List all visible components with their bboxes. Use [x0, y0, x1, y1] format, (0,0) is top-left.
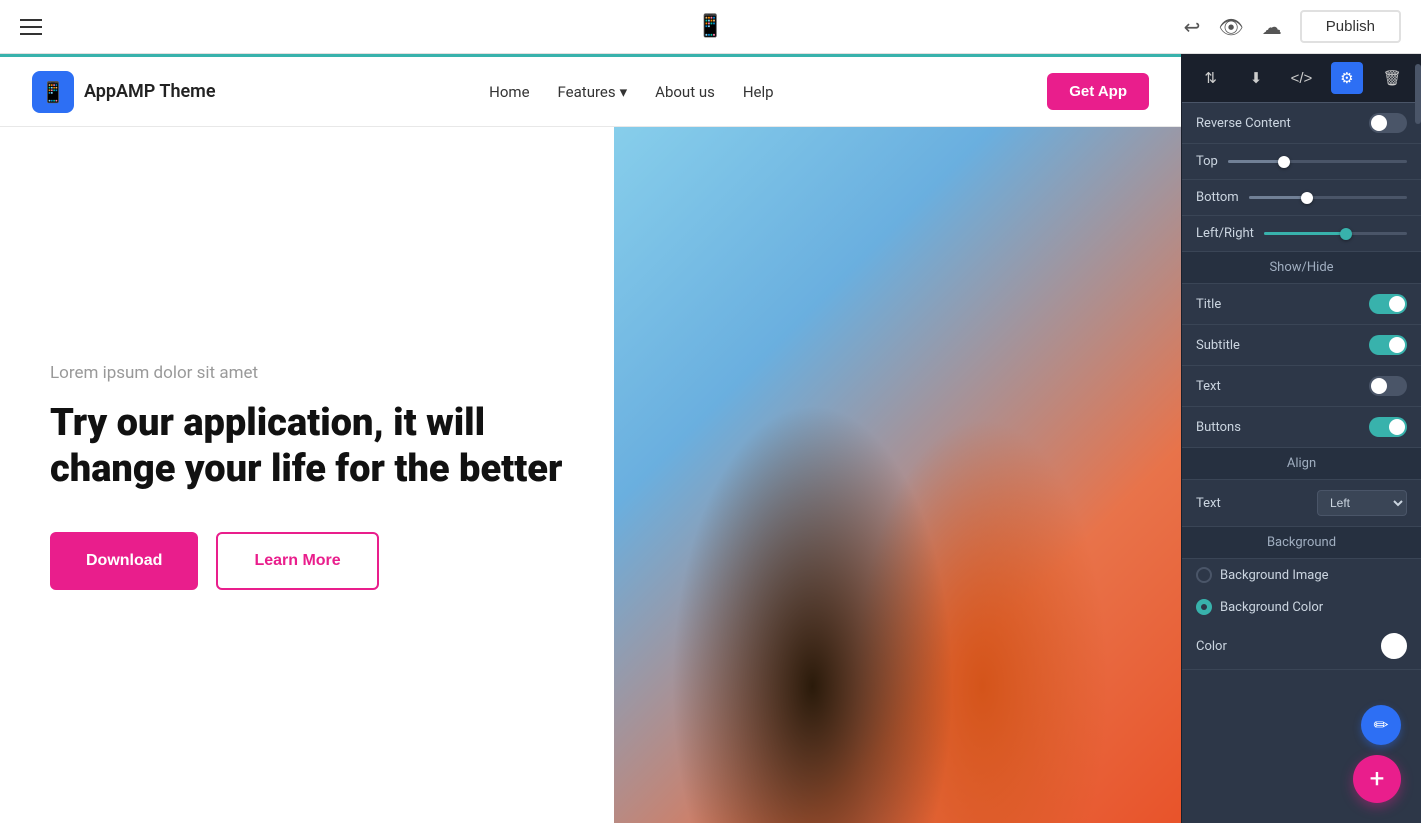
- reverse-content-row: Reverse Content: [1182, 103, 1421, 144]
- panel-sort-button[interactable]: ⇅: [1195, 62, 1227, 94]
- top-row: Top: [1182, 144, 1421, 180]
- text-label: Text: [1196, 379, 1221, 394]
- bottom-row: Bottom: [1182, 180, 1421, 216]
- align-header: Align: [1182, 448, 1421, 480]
- left-right-slider-track: [1264, 232, 1407, 235]
- toolbar-left: [20, 19, 42, 35]
- nav-link-home[interactable]: Home: [489, 83, 529, 101]
- subtitle-toggle[interactable]: [1369, 335, 1407, 355]
- hero-buttons: Download Learn More: [50, 532, 564, 590]
- nav-title: AppAMP Theme: [84, 81, 216, 102]
- hero-title: Try our application, it will change your…: [50, 401, 564, 492]
- color-swatch[interactable]: [1381, 633, 1407, 659]
- bg-color-radio[interactable]: [1196, 599, 1212, 615]
- hero-image-area: [614, 127, 1181, 823]
- color-row: Color: [1182, 623, 1421, 670]
- bg-color-row: Background Color: [1182, 591, 1421, 623]
- panel-code-button[interactable]: </>: [1285, 62, 1317, 94]
- top-toolbar: 📱 ↩ 👁 ☁ Publish: [0, 0, 1421, 54]
- subtitle-label: Subtitle: [1196, 338, 1240, 353]
- buttons-row: Buttons: [1182, 407, 1421, 448]
- text-align-row: Text Left Center Right: [1182, 480, 1421, 527]
- people-image-overlay: [614, 127, 1181, 823]
- sidebar-panel: ⇅ ⬇ </> ⚙ 🗑 Reverse Content Top: [1181, 54, 1421, 823]
- panel-download-button[interactable]: ⬇: [1240, 62, 1272, 94]
- buttons-toggle[interactable]: [1369, 417, 1407, 437]
- top-slider[interactable]: [1228, 160, 1407, 163]
- reverse-content-label: Reverse Content: [1196, 116, 1291, 131]
- hero-left: Lorem ipsum dolor sit amet Try our appli…: [0, 127, 614, 823]
- bottom-slider[interactable]: [1249, 196, 1407, 199]
- nav-link-about[interactable]: About us: [655, 83, 715, 101]
- background-header: Background: [1182, 527, 1421, 559]
- nav-links: Home Features ▾ About us Help: [489, 83, 773, 101]
- panel-delete-button[interactable]: 🗑: [1376, 62, 1408, 94]
- show-hide-header: Show/Hide: [1182, 252, 1421, 284]
- bottom-label: Bottom: [1196, 190, 1239, 205]
- phone-preview-icon[interactable]: 📱: [697, 14, 724, 39]
- nav-link-help[interactable]: Help: [743, 83, 774, 101]
- title-toggle[interactable]: [1369, 294, 1407, 314]
- nav-logo-icon: 📱: [32, 71, 74, 113]
- left-right-slider[interactable]: [1264, 232, 1407, 235]
- bg-image-row: Background Image: [1182, 559, 1421, 591]
- title-label: Title: [1196, 297, 1221, 312]
- publish-button[interactable]: Publish: [1300, 10, 1401, 43]
- get-app-button[interactable]: Get App: [1047, 73, 1149, 110]
- reverse-content-toggle[interactable]: [1369, 113, 1407, 133]
- nav-brand: 📱 AppAMP Theme: [32, 71, 216, 113]
- download-button[interactable]: Download: [50, 532, 198, 590]
- text-row: Text: [1182, 366, 1421, 407]
- edit-fab-button[interactable]: ✏: [1361, 705, 1401, 745]
- panel-toolbar: ⇅ ⬇ </> ⚙ 🗑: [1182, 54, 1421, 103]
- undo-icon[interactable]: ↩: [1184, 15, 1201, 39]
- top-slider-track: [1228, 160, 1407, 163]
- bg-image-label: Background Image: [1220, 568, 1329, 583]
- panel-settings-button[interactable]: ⚙: [1331, 62, 1363, 94]
- chevron-down-icon: ▾: [620, 83, 628, 101]
- bg-color-label: Background Color: [1220, 600, 1323, 615]
- bottom-slider-track: [1249, 196, 1407, 199]
- cloud-upload-icon[interactable]: ☁: [1262, 15, 1282, 39]
- nav-link-features[interactable]: Features ▾: [558, 83, 628, 101]
- toolbar-right: ↩ 👁 ☁ Publish: [1184, 10, 1401, 43]
- align-text-select[interactable]: Left Center Right: [1317, 490, 1407, 516]
- scroll-indicator: [1415, 64, 1421, 124]
- left-right-row: Left/Right: [1182, 216, 1421, 252]
- website-preview: 📱 AppAMP Theme Home Features ▾ About us …: [0, 54, 1181, 823]
- eye-icon[interactable]: 👁: [1218, 15, 1243, 39]
- hero-subtitle: Lorem ipsum dolor sit amet: [50, 363, 564, 383]
- toolbar-center: 📱: [697, 14, 724, 39]
- learn-more-button[interactable]: Learn More: [216, 532, 378, 590]
- bg-image-radio[interactable]: [1196, 567, 1212, 583]
- hero-background-image: [614, 127, 1181, 823]
- menu-icon[interactable]: [20, 19, 42, 35]
- add-fab-button[interactable]: +: [1353, 755, 1401, 803]
- align-text-label: Text: [1196, 496, 1221, 511]
- buttons-label: Buttons: [1196, 420, 1241, 435]
- top-label: Top: [1196, 154, 1218, 169]
- nav-bar: 📱 AppAMP Theme Home Features ▾ About us …: [0, 57, 1181, 127]
- color-label: Color: [1196, 639, 1227, 654]
- title-row: Title: [1182, 284, 1421, 325]
- preview-area: 📱 AppAMP Theme Home Features ▾ About us …: [0, 54, 1421, 823]
- text-toggle[interactable]: [1369, 376, 1407, 396]
- left-right-label: Left/Right: [1196, 226, 1254, 241]
- hero-section: Lorem ipsum dolor sit amet Try our appli…: [0, 127, 1181, 823]
- subtitle-row: Subtitle: [1182, 325, 1421, 366]
